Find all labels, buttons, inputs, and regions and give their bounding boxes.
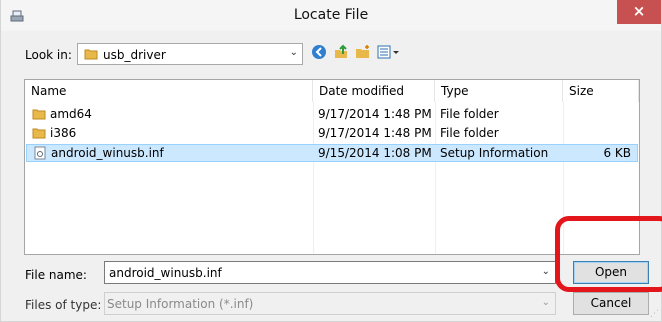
close-button[interactable]: × xyxy=(617,0,661,24)
file-name-field[interactable]: android_winusb.inf ⌄ xyxy=(104,261,556,284)
look-in-value: usb_driver xyxy=(103,48,166,62)
list-item[interactable]: i386 9/17/2014 1:48 PM File folder xyxy=(26,125,638,143)
cancel-button[interactable]: Cancel xyxy=(573,292,649,315)
column-header-size[interactable]: Size xyxy=(563,80,639,102)
back-icon[interactable] xyxy=(311,44,327,63)
file-name-label: File name: xyxy=(25,268,87,282)
file-name: amd64 xyxy=(50,107,92,121)
setup-file-icon xyxy=(34,146,46,160)
file-type: File folder xyxy=(440,107,499,121)
file-name: android_winusb.inf xyxy=(51,146,164,160)
file-name-value: android_winusb.inf xyxy=(109,266,222,280)
file-name: i386 xyxy=(50,126,77,140)
chevron-down-icon: ⌄ xyxy=(541,297,550,308)
look-in-label: Look in: xyxy=(25,48,72,62)
file-date: 9/17/2014 1:48 PM xyxy=(318,126,432,140)
navigation-toolbar xyxy=(309,44,429,64)
view-menu-icon[interactable] xyxy=(377,44,399,63)
file-type: File folder xyxy=(440,126,499,140)
file-type-select[interactable]: Setup Information (*.inf) ⌄ xyxy=(104,292,556,315)
list-item[interactable]: amd64 9/17/2014 1:48 PM File folder xyxy=(26,106,638,124)
folder-icon xyxy=(32,109,46,120)
file-type: Setup Information xyxy=(440,146,549,160)
column-header-name[interactable]: Name xyxy=(25,80,313,102)
file-list[interactable]: Name Date modified Type Size amd64 9/17/… xyxy=(24,79,640,255)
column-header-type[interactable]: Type xyxy=(435,80,563,102)
close-icon: × xyxy=(632,2,646,20)
new-folder-icon[interactable] xyxy=(355,44,371,63)
chevron-down-icon: ⌄ xyxy=(289,47,298,58)
highlight-annotation xyxy=(555,216,662,292)
look-in-combo[interactable]: usb_driver ⌄ xyxy=(77,43,303,65)
folder-icon xyxy=(32,128,46,139)
file-size: 6 KB xyxy=(603,146,631,160)
list-item-selected[interactable]: android_winusb.inf 9/15/2014 1:08 PM Set… xyxy=(26,144,638,162)
locate-file-dialog: Locate File × Look in: usb_driver ⌄ Name… xyxy=(0,0,662,322)
up-folder-icon[interactable] xyxy=(333,44,349,63)
file-type-label: Files of type: xyxy=(25,298,102,312)
title-bar: Locate File × xyxy=(1,0,661,31)
file-date: 9/15/2014 1:08 PM xyxy=(318,146,432,160)
file-type-value: Setup Information (*.inf) xyxy=(107,297,254,311)
folder-icon xyxy=(84,49,98,60)
window-title: Locate File xyxy=(293,7,369,23)
column-header-date[interactable]: Date modified xyxy=(313,80,435,102)
resize-grip[interactable]: ⋰ xyxy=(650,309,659,319)
file-date: 9/17/2014 1:48 PM xyxy=(318,107,432,121)
chevron-down-icon[interactable]: ⌄ xyxy=(542,266,550,277)
